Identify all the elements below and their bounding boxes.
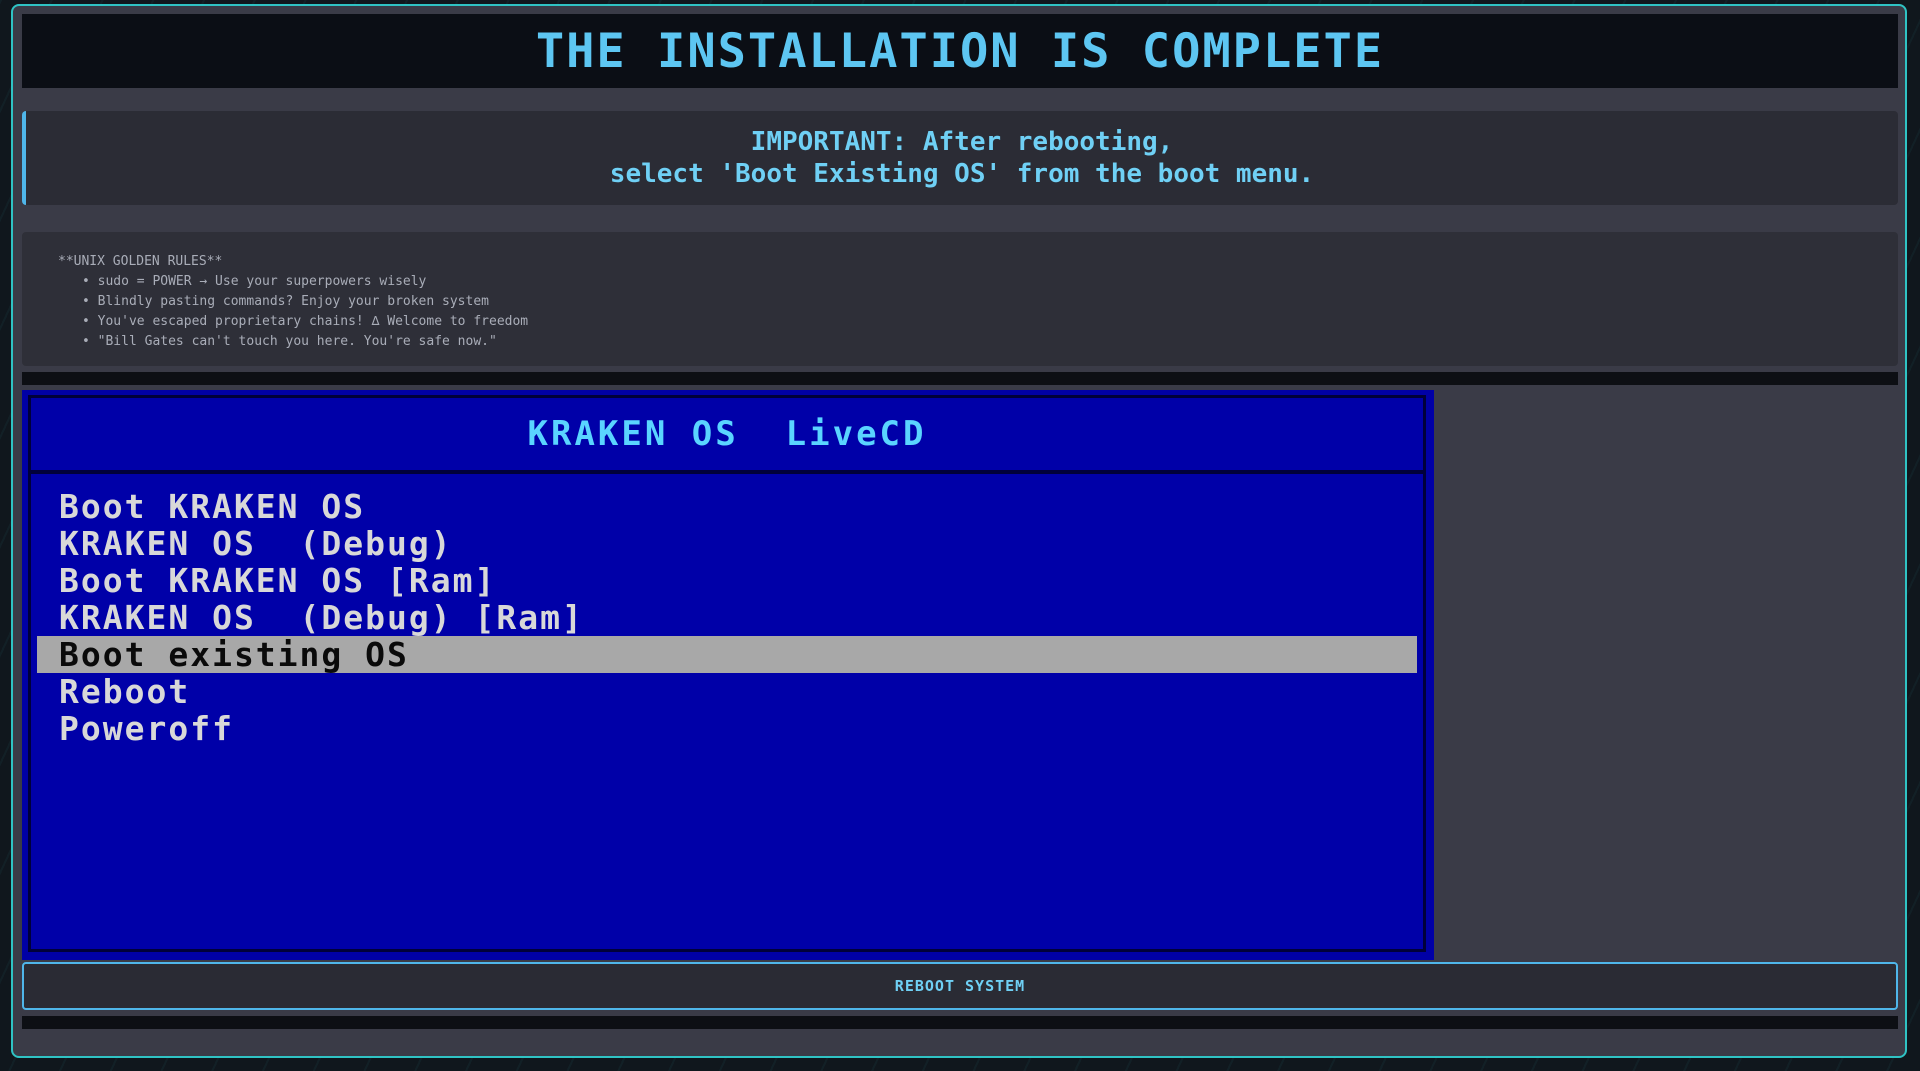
unix-rules-panel: **UNIX GOLDEN RULES** sudo = POWER → Use…: [22, 232, 1898, 366]
boot-menu: KRAKEN OS LiveCD Boot KRAKEN OS KRAKEN O…: [28, 395, 1426, 952]
reboot-system-button[interactable]: REBOOT SYSTEM: [22, 962, 1898, 1010]
divider-bottom: [22, 1016, 1898, 1029]
installer-window: THE INSTALLATION IS COMPLETE IMPORTANT: …: [11, 4, 1907, 1058]
important-notice: IMPORTANT: After rebooting, select 'Boot…: [22, 111, 1898, 205]
notice-line-1: IMPORTANT: After rebooting,: [750, 127, 1174, 157]
boot-item-boot-existing-os: Boot existing OS: [37, 636, 1417, 673]
divider-top: [22, 372, 1898, 385]
boot-item-poweroff: Poweroff: [59, 709, 234, 748]
page-title: THE INSTALLATION IS COMPLETE: [535, 23, 1385, 79]
boot-menu-header: KRAKEN OS LiveCD: [31, 398, 1423, 474]
rules-heading: **UNIX GOLDEN RULES**: [58, 254, 223, 269]
boot-item-reboot: Reboot: [59, 672, 191, 711]
boot-item-kraken-debug-ram: KRAKEN OS (Debug) [Ram]: [59, 598, 584, 637]
boot-item-boot-kraken-ram: Boot KRAKEN OS [Ram]: [59, 561, 497, 600]
rule-item: You've escaped proprietary chains! ∆ Wel…: [82, 312, 1898, 332]
rules-list: sudo = POWER → Use your superpowers wise…: [58, 272, 1898, 352]
boot-menu-list: Boot KRAKEN OS KRAKEN OS (Debug) Boot KR…: [31, 474, 1423, 747]
rule-item: sudo = POWER → Use your superpowers wise…: [82, 272, 1898, 292]
side-panel: [1434, 390, 1898, 960]
rule-item: "Bill Gates can't touch you here. You're…: [82, 332, 1898, 352]
boot-menu-screenshot: KRAKEN OS LiveCD Boot KRAKEN OS KRAKEN O…: [22, 390, 1434, 960]
boot-item-kraken-debug: KRAKEN OS (Debug): [59, 524, 453, 563]
notice-line-2: select 'Boot Existing OS' from the boot …: [609, 159, 1315, 189]
boot-item-boot-kraken: Boot KRAKEN OS: [59, 487, 366, 526]
rule-item: Blindly pasting commands? Enjoy your bro…: [82, 292, 1898, 312]
title-bar: THE INSTALLATION IS COMPLETE: [22, 14, 1898, 88]
